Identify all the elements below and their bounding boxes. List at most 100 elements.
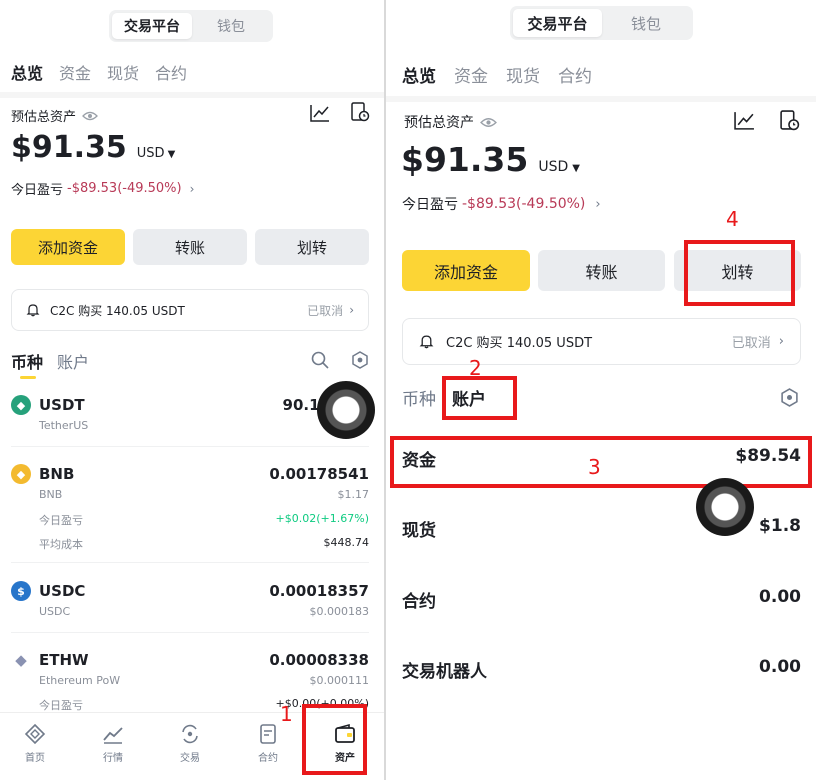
tab-exchange[interactable]: 交易平台 — [513, 9, 602, 37]
account-value: 0.00 — [759, 587, 801, 607]
tab-futures[interactable]: 合约 — [155, 60, 187, 84]
trade-icon — [182, 724, 198, 744]
currency-selector[interactable]: USD — [538, 159, 568, 175]
coin-name: USDC — [39, 605, 71, 618]
account-name[interactable]: 现货 — [402, 516, 436, 541]
history-icon[interactable] — [350, 102, 370, 122]
nav-label: 行情 — [103, 753, 123, 764]
estimated-total-label: 预估总资产 — [404, 112, 497, 132]
touch-indicator — [317, 381, 375, 439]
tab-spot[interactable]: 现货 — [506, 62, 540, 87]
tab-account[interactable]: 账户 — [57, 349, 89, 373]
caret-down-icon[interactable]: ▼ — [168, 149, 176, 160]
coin-amount: 90.18 — [282, 396, 330, 414]
row-divider — [11, 446, 369, 447]
list-tabs: 币种 账户 — [11, 349, 89, 373]
tab-overview[interactable]: 总览 — [402, 62, 436, 87]
chart-icon[interactable] — [734, 111, 755, 130]
pnl-label: 今日盈亏 — [11, 183, 64, 198]
nav-markets[interactable]: 行情 — [83, 723, 143, 764]
platform-switch: 交易平台 钱包 — [510, 6, 693, 40]
tab-coin[interactable]: 币种 — [402, 385, 436, 410]
add-funds-button[interactable]: 添加资金 — [11, 229, 125, 265]
tab-spot[interactable]: 现货 — [107, 60, 139, 84]
history-icon[interactable] — [779, 110, 800, 131]
total-amount: $91.35 — [11, 130, 127, 165]
pnl-value: -$89.53(-49.50%) — [462, 196, 586, 212]
settings-icon[interactable] — [351, 351, 369, 369]
left-screenshot: 交易平台 钱包 总览 资金 现货 合约 预估总资产 $91.35 USD ▼ 今… — [0, 0, 384, 780]
coin-symbol: BNB — [39, 465, 75, 483]
today-pnl[interactable]: 今日盈亏 -$89.53(-49.50%) › — [402, 194, 601, 214]
right-screenshot: 交易平台 钱包 总览 资金 现货 合约 预估总资产 $91.35 USD ▼ 今… — [386, 0, 816, 780]
caret-down-icon[interactable]: ▼ — [572, 163, 580, 174]
coin-cost-label: 平均成本 — [39, 538, 83, 551]
platform-switch: 交易平台 钱包 — [109, 10, 273, 42]
transfer-button[interactable]: 转账 — [538, 250, 665, 291]
notice-text: C2C 购买 140.05 USDT — [446, 336, 593, 351]
tab-futures[interactable]: 合约 — [558, 62, 592, 87]
transfer-button[interactable]: 转账 — [133, 229, 247, 265]
coin-symbol: USDC — [39, 582, 86, 600]
row-divider — [11, 562, 369, 563]
usdc-icon: $ — [11, 581, 31, 601]
annotation-box — [442, 376, 517, 420]
bnb-icon: ◆ — [11, 464, 31, 484]
today-pnl[interactable]: 今日盈亏 -$89.53(-49.50%) › — [11, 179, 194, 198]
c2c-notice[interactable]: C2C 购买 140.05 USDT 已取消 › — [402, 318, 801, 365]
add-funds-button[interactable]: 添加资金 — [402, 250, 530, 291]
search-icon[interactable] — [311, 351, 329, 369]
tab-underline — [20, 376, 36, 379]
annotation-number: 4 — [726, 207, 739, 231]
tab-overview[interactable]: 总览 — [11, 60, 43, 84]
account-name[interactable]: 交易机器人 — [402, 657, 487, 682]
annotation-number: 1 — [280, 702, 293, 726]
coin-usd-value: $0.000111 — [309, 674, 370, 687]
futures-icon — [260, 724, 276, 744]
coin-symbol: ETHW — [39, 651, 89, 669]
chevron-right-icon: › — [349, 303, 354, 317]
touch-indicator — [696, 478, 754, 536]
currency-selector[interactable]: USD — [137, 146, 165, 161]
coin-amount: 0.00018357 — [269, 582, 369, 600]
nav-futures[interactable]: 合约 — [238, 723, 298, 764]
coin-name: Ethereum PoW — [39, 674, 121, 687]
notice-status: 已取消 — [731, 336, 771, 351]
eye-icon[interactable] — [480, 116, 497, 129]
ethw-icon: ◆ — [11, 650, 31, 670]
coin-symbol: USDT — [39, 396, 85, 414]
coin-amount: 0.00008338 — [269, 651, 369, 669]
coin-name: BNB — [39, 488, 63, 501]
row-divider — [11, 632, 369, 633]
pnl-label: 今日盈亏 — [402, 197, 458, 213]
tab-funding[interactable]: 资金 — [59, 60, 91, 84]
nav-label: 合约 — [258, 753, 278, 764]
total-amount: $91.35 — [401, 140, 529, 179]
tab-exchange[interactable]: 交易平台 — [112, 13, 192, 39]
coin-pnl-label: 今日盈亏 — [39, 699, 83, 712]
tab-wallet[interactable]: 钱包 — [602, 9, 690, 37]
account-name[interactable]: 合约 — [402, 587, 436, 612]
move-button[interactable]: 划转 — [255, 229, 369, 265]
c2c-notice[interactable]: C2C 购买 140.05 USDT 已取消 › — [11, 289, 369, 331]
chevron-right-icon: › — [778, 334, 784, 349]
coin-amount: 0.00178541 — [269, 465, 369, 483]
asset-tabs: 总览 资金 现货 合约 — [11, 60, 187, 84]
eye-icon[interactable] — [82, 110, 98, 122]
notice-text: C2C 购买 140.05 USDT — [50, 303, 185, 318]
chart-icon[interactable] — [310, 104, 330, 122]
coin-cost-value: $448.74 — [323, 536, 370, 549]
nav-trade[interactable]: 交易 — [160, 723, 220, 764]
annotation-box — [684, 240, 795, 306]
nav-home[interactable]: 首页 — [5, 723, 65, 764]
settings-icon[interactable] — [780, 388, 799, 407]
coin-usd-value: $0.000183 — [309, 605, 370, 618]
tab-funding[interactable]: 资金 — [454, 62, 488, 87]
nav-label: 首页 — [25, 753, 45, 764]
nav-label: 交易 — [180, 753, 200, 764]
tab-wallet[interactable]: 钱包 — [192, 13, 270, 39]
section-divider — [0, 92, 384, 98]
tab-coin[interactable]: 币种 — [11, 349, 43, 373]
home-icon — [24, 723, 46, 745]
chevron-right-icon: › — [189, 181, 195, 196]
